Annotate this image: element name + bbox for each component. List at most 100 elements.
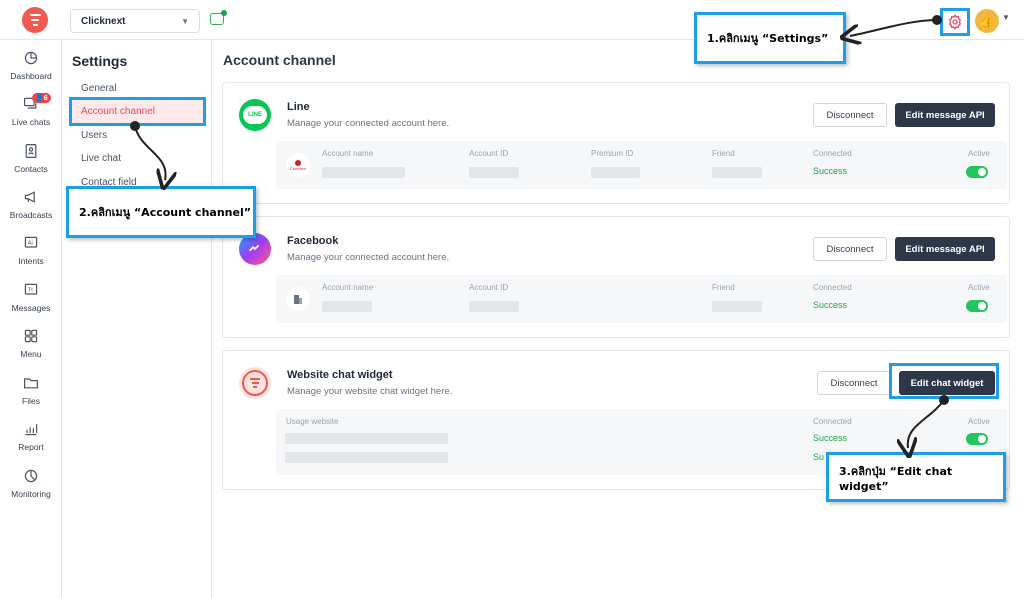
channel-name: Facebook [287,235,339,247]
pie-chart-icon [24,51,38,65]
grid-icon [24,329,38,343]
channel-name: Line [287,101,310,113]
line-account-table: Clicknext Account name Account ID Premiu… [276,141,1007,189]
line-disconnect-button[interactable]: Disconnect [813,103,887,127]
live-chats-badge: 👤6 [32,93,51,103]
workspace-select-value: Clicknext [81,15,126,27]
edit-chat-widget-highlight [889,363,999,399]
megaphone-icon [24,191,35,203]
submenu-item-users[interactable]: Users [81,130,107,141]
col-account-name: Account name [322,149,374,158]
line-channel-card: LINE Line Manage your connected account … [222,82,1010,204]
svg-text:Ai: Ai [28,241,33,247]
contact-card-icon [25,144,37,158]
nav-live-chats[interactable]: 👤6 Live chats [0,93,62,127]
chat-notification-icon[interactable] [210,10,227,25]
callout-step3: 3.คลิกปุ่ม “Edit chat widget” [826,452,1006,502]
col-connected: Connected [813,149,852,158]
submenu-item-label: Account channel [81,106,155,117]
nav-contacts[interactable]: Contacts [0,143,62,174]
nav-label: Files [22,396,40,406]
col-friend: Friend [712,149,735,158]
channel-description: Manage your website chat widget here. [287,386,453,397]
facebook-channel-card: Facebook Manage your connected account h… [222,216,1010,338]
col-friend: Friend [712,283,735,292]
nav-monitoring[interactable]: Monitoring [0,468,62,499]
svg-text:Tt: Tt [28,288,33,294]
user-avatar[interactable]: 👍 [975,9,999,33]
monitor-pie-icon [24,469,38,483]
facebook-disconnect-button[interactable]: Disconnect [813,237,887,261]
settings-submenu: Settings General Account channel Users L… [62,40,212,598]
text-message-icon: Tt [24,283,38,295]
nav-label: Monitoring [11,489,51,499]
col-premium-id: Premium ID [591,149,634,158]
nav-label: Live chats [11,117,51,127]
nav-label: Broadcasts [9,210,53,220]
left-nav: Dashboard 👤6 Live chats Contacts Broadca… [0,40,62,598]
col-usage-website: Usage website [286,417,339,426]
active-toggle[interactable] [966,433,988,445]
col-active: Active [968,149,990,158]
facebook-account-table: Account name Account ID Friend Connected… [276,275,1007,323]
account-id-value [469,301,519,312]
submenu-item-general[interactable]: General [81,83,117,94]
nav-label: Messages [11,303,51,313]
nav-broadcasts[interactable]: Broadcasts [0,189,62,220]
nav-menu[interactable]: Menu [0,328,62,359]
nav-label: Menu [20,349,42,359]
col-connected: Connected [813,417,852,426]
widget-disconnect-button[interactable]: Disconnect [817,371,891,395]
channel-description: Manage your connected account here. [287,252,450,263]
settings-gear-button[interactable] [940,8,970,36]
nav-dashboard[interactable]: Dashboard [0,50,62,81]
chevron-down-icon: ▼ [181,16,189,26]
friend-value [712,167,762,178]
col-active: Active [968,417,990,426]
nav-label: Report [18,442,44,452]
callout-step1: 1.คลิกเมนู “Settings” [694,12,846,64]
col-account-name: Account name [322,283,374,292]
facebook-edit-message-api-button[interactable]: Edit message API [895,237,995,261]
channel-description: Manage your connected account here. [287,118,450,129]
col-account-id: Account ID [469,283,509,292]
connected-status: Success [813,166,848,176]
account-name-value [322,301,372,312]
usage-website-value [285,433,448,444]
nav-messages[interactable]: Tt Messages [0,282,62,313]
account-name-value [322,167,405,178]
connected-status: Success [813,433,848,443]
nav-intents[interactable]: Ai Intents [0,235,62,266]
col-connected: Connected [813,283,852,292]
submenu-item-live-chat[interactable]: Live chat [81,153,121,164]
friend-value [712,301,762,312]
line-edit-message-api-button[interactable]: Edit message API [895,103,995,127]
intent-icon: Ai [24,236,38,248]
premium-id-value [591,167,640,178]
submenu-item-account-channel[interactable]: Account channel [69,97,206,126]
submenu-title: Settings [72,53,128,69]
nav-label: Intents [18,256,44,266]
nav-label: Contacts [14,164,48,174]
workspace-select[interactable]: Clicknext ▼ [70,9,200,33]
nav-files[interactable]: Files [0,375,62,406]
channel-name: Website chat widget [287,369,393,381]
col-active: Active [968,283,990,292]
account-id-value [469,167,519,178]
active-toggle[interactable] [966,300,988,312]
main-content: Account channel LINE Line Manage your co… [212,40,1024,598]
top-bar: Clicknext ▼ 👍 ▼ [0,0,1024,40]
connected-status: Success [813,300,848,310]
usage-website-value [285,452,448,463]
active-toggle[interactable] [966,166,988,178]
bar-chart-icon [25,424,38,436]
building-icon [286,287,310,311]
col-account-id: Account ID [469,149,509,158]
nav-report[interactable]: Report [0,421,62,452]
avatar-chevron-down-icon[interactable]: ▼ [1002,13,1010,22]
gear-icon [948,14,962,30]
nav-label: Dashboard [10,71,52,81]
page-title: Account channel [223,52,336,68]
line-logo-icon: LINE [239,99,271,131]
app-logo[interactable] [22,7,48,33]
